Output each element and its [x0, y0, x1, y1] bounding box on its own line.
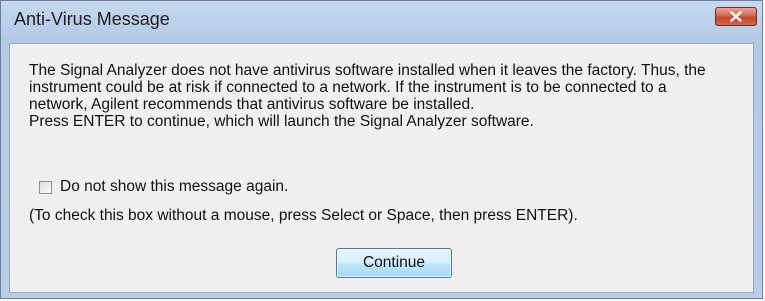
close-icon: [730, 11, 742, 22]
message-text: The Signal Analyzer does not have antivi…: [29, 62, 729, 130]
dont-show-again-checkbox[interactable]: [39, 180, 52, 194]
dialog-content: The Signal Analyzer does not have antivi…: [9, 43, 754, 293]
dont-show-again-option[interactable]: Do not show this message again.: [39, 178, 288, 196]
title-bar[interactable]: Anti-Virus Message: [1, 1, 762, 43]
window-title: Anti-Virus Message: [14, 9, 170, 29]
close-button[interactable]: [715, 7, 757, 26]
message-paragraph: The Signal Analyzer does not have antivi…: [29, 62, 706, 113]
message-instruction: Press ENTER to continue, which will laun…: [29, 113, 534, 130]
continue-button[interactable]: Continue: [336, 248, 452, 278]
dont-show-again-label[interactable]: Do not show this message again.: [60, 178, 288, 196]
keyboard-hint: (To check this box without a mouse, pres…: [29, 207, 578, 224]
dialog-window: Anti-Virus Message The Signal Analyzer d…: [0, 0, 763, 299]
